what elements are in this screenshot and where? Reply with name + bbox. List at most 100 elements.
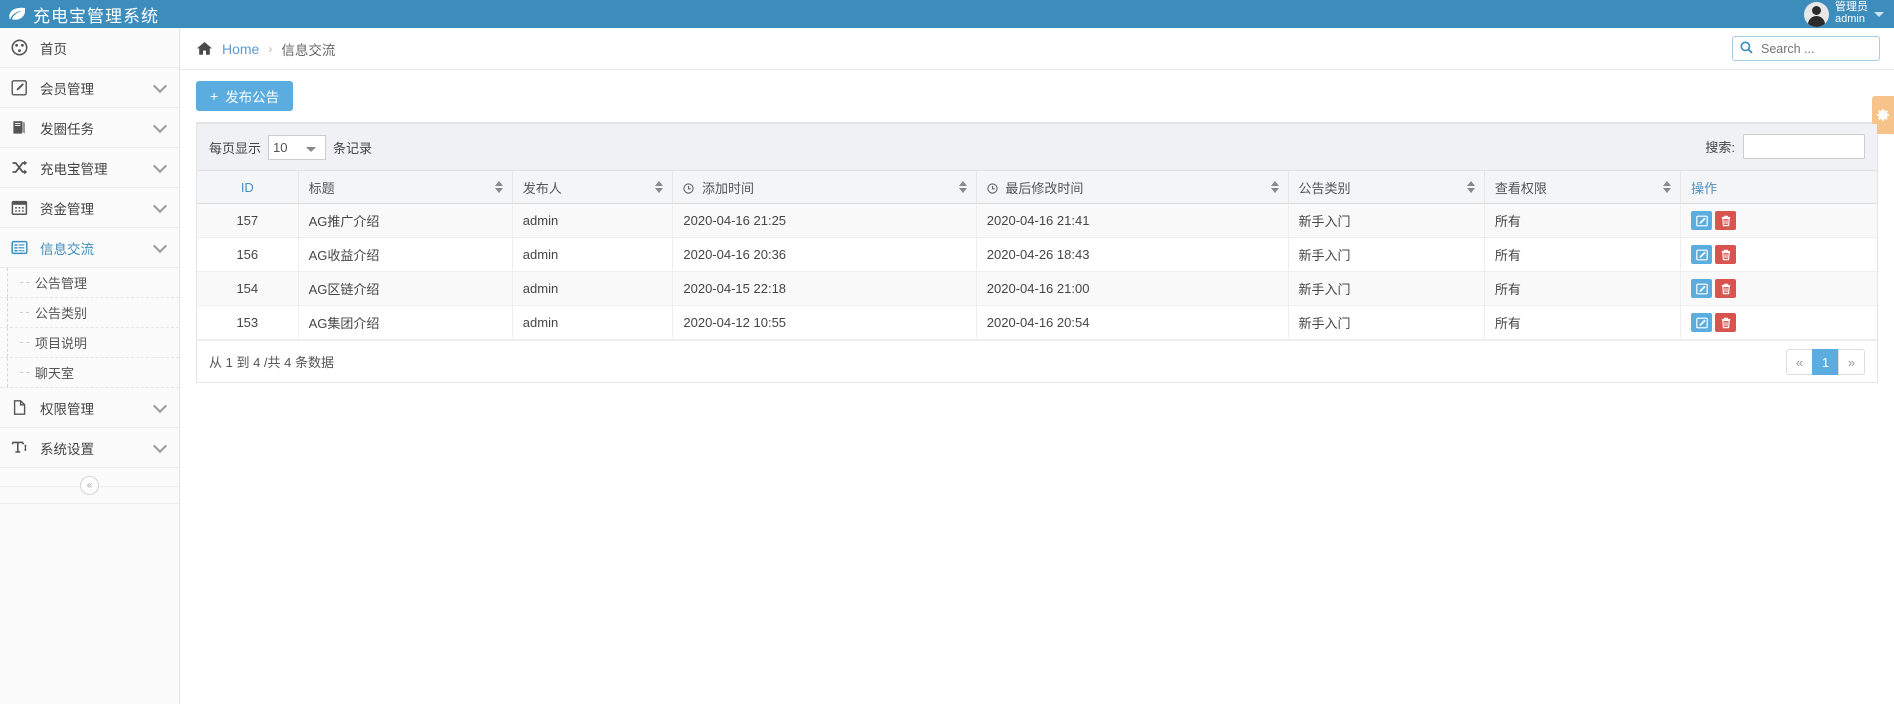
cell-category: 新手入门: [1288, 271, 1485, 306]
sidebar-subitem-announcement-manage[interactable]: 公告管理: [0, 268, 179, 298]
chevron-down-icon: [152, 158, 168, 173]
search-icon: [1740, 41, 1753, 57]
global-search[interactable]: [1732, 36, 1880, 61]
cell-publisher: admin: [512, 237, 674, 272]
sidebar-item-system-settings[interactable]: 系统设置: [0, 428, 179, 468]
col-header-label: 标题: [308, 180, 335, 196]
table-search-input[interactable]: [1743, 134, 1865, 159]
cell-id: 157: [197, 203, 299, 238]
chevron-down-icon: [152, 238, 168, 253]
cell-id: 156: [197, 237, 299, 272]
sidebar-item-label: 发圈任务: [40, 121, 94, 137]
breadcrumb-current: 信息交流: [281, 42, 336, 58]
sidebar-subitem-label: 项目说明: [35, 336, 88, 351]
sidebar-item-permissions[interactable]: 权限管理: [0, 388, 179, 428]
cell-modified-time: 2020-04-16 21:41: [976, 203, 1289, 238]
sort-arrows-icon[interactable]: [655, 179, 664, 195]
chevron-down-icon: [152, 118, 168, 133]
chevron-down-icon: [152, 198, 168, 213]
sidebar-item-information[interactable]: 信息交流: [0, 228, 179, 268]
sidebar-item-funds[interactable]: 资金管理: [0, 188, 179, 228]
col-header-title[interactable]: 标题: [298, 170, 513, 204]
col-header-publisher[interactable]: 发布人: [512, 170, 674, 204]
cell-modified-time: 2020-04-26 18:43: [976, 237, 1289, 272]
col-header-permission[interactable]: 查看权限: [1484, 170, 1682, 204]
caret-down-icon[interactable]: [1874, 11, 1884, 17]
plus-icon: +: [210, 88, 219, 104]
cell-operations: [1680, 305, 1877, 340]
search-input[interactable]: [1759, 40, 1869, 57]
cell-category: 新手入门: [1288, 203, 1485, 238]
book-icon: [11, 119, 33, 136]
tree-dash-icon: [20, 372, 29, 373]
chevron-down-icon: [152, 398, 168, 413]
trash-icon[interactable]: [1715, 211, 1737, 230]
col-header-added-time[interactable]: 添加时间: [672, 170, 977, 204]
sidebar-subitem-announcement-category[interactable]: 公告类别: [0, 298, 179, 328]
table-row: 154 AG区链介绍 admin 2020-04-15 22:18 2020-04-16…: [197, 271, 1877, 306]
pagination-next[interactable]: »: [1838, 349, 1865, 375]
edit-pencil-icon[interactable]: [1691, 245, 1713, 264]
sidebar-item-label: 会员管理: [40, 81, 94, 97]
sort-arrows-icon[interactable]: [1270, 179, 1279, 195]
col-header-modified-time[interactable]: 最后修改时间: [976, 170, 1289, 204]
user-name: admin: [1835, 13, 1865, 25]
cell-publisher: admin: [512, 203, 674, 238]
app-logo[interactable]: 充电宝管理系统: [0, 0, 180, 28]
col-header-label: 查看权限: [1494, 180, 1547, 196]
sort-arrows-icon[interactable]: [494, 179, 503, 195]
trash-icon[interactable]: [1715, 313, 1737, 332]
main-content: Home › 信息交流 + 发布公告 每页显示 102550100 条记录 搜索…: [180, 28, 1894, 704]
sidebar-subitem-label: 公告管理: [35, 276, 88, 291]
action-bar: + 发布公告: [180, 70, 1894, 122]
publish-announcement-button[interactable]: + 发布公告: [196, 81, 294, 111]
breadcrumb-separator: ›: [268, 41, 273, 56]
table-search-label: 搜索:: [1705, 140, 1735, 155]
cell-permission: 所有: [1484, 305, 1682, 340]
cell-id: 153: [197, 305, 299, 340]
clock-icon: [987, 182, 1002, 197]
tree-dash-icon: [20, 282, 29, 283]
sidebar-item-home[interactable]: 首页: [0, 28, 179, 68]
sort-arrows-icon[interactable]: [1466, 179, 1475, 195]
col-header-label: 发布人: [522, 180, 562, 196]
sort-arrows-icon[interactable]: [1663, 179, 1672, 195]
sidebar-item-label: 资金管理: [40, 201, 94, 217]
publish-announcement-label: 发布公告: [225, 90, 280, 105]
pagination: « 1 »: [1786, 349, 1865, 375]
edit-pencil-icon[interactable]: [1691, 313, 1713, 332]
breadcrumb-home-link[interactable]: Home: [222, 41, 259, 57]
pagination-page-1[interactable]: 1: [1812, 349, 1839, 375]
trash-icon[interactable]: [1715, 279, 1737, 298]
sidebar-item-tasks[interactable]: 发圈任务: [0, 108, 179, 148]
text-height-icon: [11, 439, 33, 456]
sidebar: 首页 会员管理 发圈任务 充电宝管理 资金管理 信息交流 公告管理 公告类别 项…: [0, 28, 180, 704]
edit-pencil-icon[interactable]: [1691, 211, 1713, 230]
sidebar-item-label: 充电宝管理: [40, 161, 108, 177]
sidebar-subitem-label: 公告类别: [35, 306, 88, 321]
table-row: 157 AG推广介绍 admin 2020-04-16 21:25 2020-04-16…: [197, 203, 1877, 238]
table-body: 157 AG推广介绍 admin 2020-04-16 21:25 2020-04-16…: [197, 203, 1877, 340]
sidebar-subitem-chatroom[interactable]: 聊天室: [0, 358, 179, 388]
cell-title: AG收益介绍: [298, 237, 513, 272]
trash-icon[interactable]: [1715, 245, 1737, 264]
sidebar-item-powerbank[interactable]: 充电宝管理: [0, 148, 179, 188]
clock-icon: [683, 182, 698, 197]
page-length-prefix: 每页显示: [209, 140, 262, 156]
table-footer: 从 1 到 4 /共 4 条数据 « 1 »: [197, 340, 1877, 382]
sidebar-subitem-project-description[interactable]: 项目说明: [0, 328, 179, 358]
pagination-prev[interactable]: «: [1786, 349, 1813, 375]
col-header-id[interactable]: ID: [197, 170, 299, 204]
chevron-double-left-icon[interactable]: «: [80, 476, 99, 495]
sidebar-item-members[interactable]: 会员管理: [0, 68, 179, 108]
cell-title: AG推广介绍: [298, 203, 513, 238]
cell-title: AG集团介绍: [298, 305, 513, 340]
breadcrumb: Home › 信息交流: [180, 28, 1894, 70]
page-length-select[interactable]: 102550100: [268, 134, 327, 160]
sort-arrows-icon[interactable]: [958, 179, 967, 195]
user-menu[interactable]: 管理员 admin: [1798, 0, 1894, 28]
col-header-label: 操作: [1691, 180, 1718, 196]
cell-id: 154: [197, 271, 299, 306]
col-header-category[interactable]: 公告类别: [1288, 170, 1485, 204]
edit-pencil-icon[interactable]: [1691, 279, 1713, 298]
